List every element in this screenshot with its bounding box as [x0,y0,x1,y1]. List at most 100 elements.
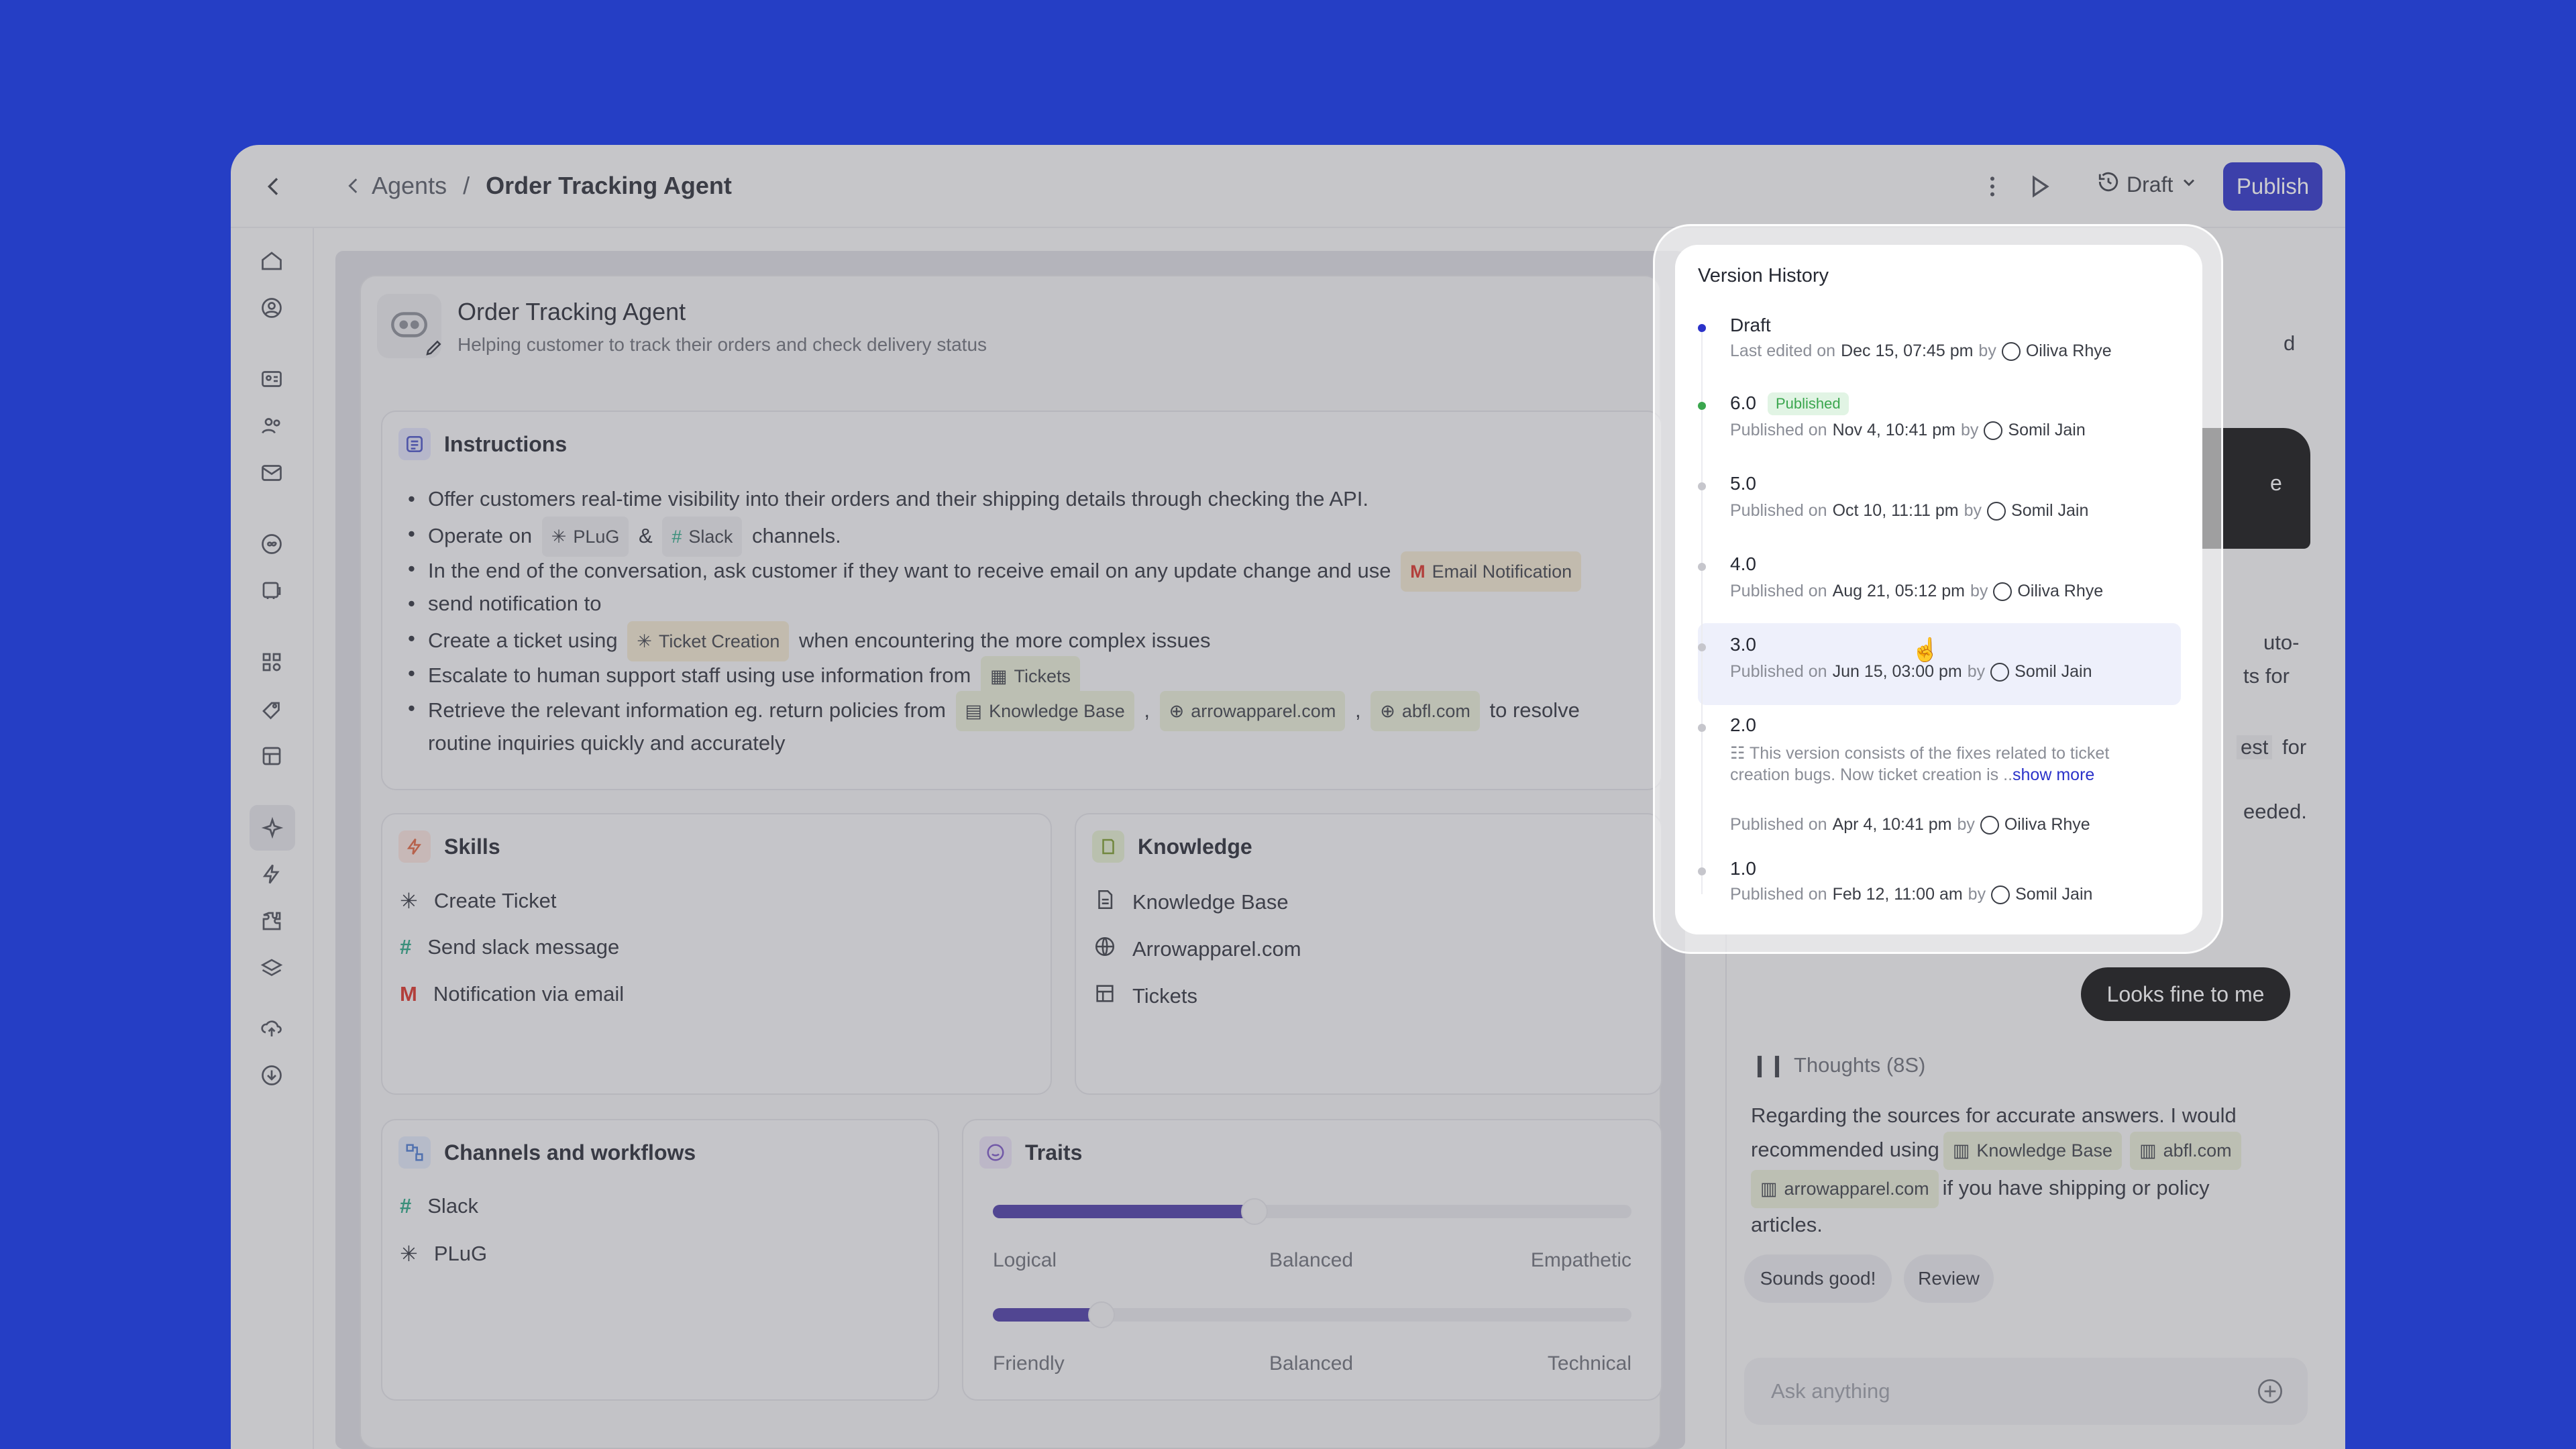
knowledge-base-chip[interactable]: ▥ Knowledge Base [1943,1132,2123,1170]
more-vertical-icon[interactable] [1979,173,2006,203]
instruction-line: Create a ticket using ✳Ticket Creation w… [408,621,1210,661]
apps-icon[interactable] [258,648,286,676]
skill-item[interactable]: M Notification via email [400,982,624,1006]
table-icon [1093,982,1116,1010]
chevron-down-icon [2180,172,2198,197]
infinity-icon[interactable] [258,530,286,558]
user-avatar-icon [1984,421,2003,440]
version-item[interactable]: 2.0 ☷ This version consists of the fixes… [1698,714,2181,835]
sparkle-agent-icon[interactable] [250,805,295,851]
traits-header: Traits [979,1136,1082,1169]
abfl-chip[interactable]: ▥ abfl.com [2130,1132,2241,1170]
users-icon[interactable] [258,412,286,440]
friendly-technical-slider[interactable] [993,1301,1631,1328]
lightning-icon[interactable] [258,860,286,888]
home-icon[interactable] [258,247,286,275]
version-item[interactable]: 6.0 Published Published on Nov 4, 10:41 p… [1698,392,2181,446]
top-bar: Agents / Order Tracking Agent Draft Publ… [231,145,2345,228]
download-circle-icon[interactable] [258,1061,286,1089]
instructions-header: Instructions [398,428,567,460]
chat-partial-text: eeded. [2243,800,2307,823]
lightning-icon [398,830,431,863]
globe-icon: ⊕ [1380,701,1395,721]
version-item[interactable]: 5.0 Published on Oct 10, 11:11 pm by Somil … [1698,473,2181,527]
document-icon [1093,888,1116,916]
skill-item[interactable]: # Send slack message [400,935,619,959]
back-icon[interactable] [260,173,287,200]
arrowapparel-chip[interactable]: ⊕ arrowapparel.com [1159,691,1346,731]
published-badge: Published [1768,392,1849,415]
version-item[interactable]: 3.0 Published on Jun 15, 03:00 pm by Somil … [1698,634,2181,688]
assistant-reply: Regarding the sources for accurate answe… [1751,1099,2301,1241]
logical-empathetic-slider[interactable] [993,1198,1631,1225]
channel-item[interactable]: # Slack [400,1194,478,1218]
user-circle-icon[interactable] [258,294,286,322]
version-item[interactable]: 1.0 Published on Feb 12, 11:00 am by Somil … [1698,858,2181,912]
slider-knob[interactable] [1087,1301,1115,1328]
channels-panel: Channels and workflows # Slack ✳ PLuG [381,1119,939,1401]
contact-card-icon[interactable] [258,365,286,393]
user-avatar-icon [1991,885,2010,904]
knowledge-item[interactable]: Arrowapparel.com [1093,935,1301,963]
draft-dropdown[interactable]: Draft [2097,170,2198,199]
tag-icon[interactable] [258,695,286,723]
tickets-chip[interactable]: ▦ Tickets [980,656,1080,696]
plug-icon: ✳ [400,1242,418,1266]
instructions-icon [398,428,431,460]
show-more-link[interactable]: show more [2012,765,2094,784]
slider-knob[interactable] [1241,1198,1269,1225]
chat-partial-text: ts for [2243,664,2290,688]
ticket-creation-chip[interactable]: ✳ Ticket Creation [627,621,790,661]
knowledge-base-chip[interactable]: ▤ Knowledge Base [955,691,1134,731]
slider-fill [993,1308,1102,1322]
cloud-upload-icon[interactable] [258,1014,286,1042]
chat-input-placeholder: Ask anything [1771,1379,1890,1403]
instruction-line: Offer customers real-time visibility int… [408,482,1368,517]
instruction-line: Retrieve the relevant information eg. re… [408,691,1580,731]
table-icon[interactable] [258,742,286,770]
breadcrumb-separator: / [463,172,470,199]
smile-icon [979,1136,1012,1169]
abfl-chip[interactable]: ⊕ abfl.com [1371,691,1480,731]
user-avatar-icon [1980,815,1999,835]
knowledge-item[interactable]: Knowledge Base [1093,888,1289,916]
breadcrumb-agents[interactable]: Agents [372,172,447,199]
version-history-card: Version History Draft Last edited on Dec … [1675,245,2202,934]
mail-check-icon[interactable] [258,459,286,487]
bus-icon[interactable] [258,577,286,605]
instructions-panel: Instructions Offer customers real-time v… [381,411,1662,790]
arrowapparel-chip[interactable]: ▥ arrowapparel.com [1751,1170,1939,1208]
puzzle-icon[interactable] [258,907,286,935]
chat-partial-text: est [2237,735,2273,759]
slack-chip[interactable]: # Slack [662,517,743,557]
knowledge-title: Knowledge [1138,834,1252,859]
user-avatar-icon [2001,341,2021,361]
agent-editor-inner: Order Tracking Agent Helping customer to… [360,275,1662,1449]
skill-item[interactable]: ✳ Create Ticket [400,888,556,914]
version-item[interactable]: Draft Last edited on Dec 15, 07:45 pm by Oi… [1698,315,2181,368]
layers-icon[interactable] [258,954,286,982]
skills-panel: Skills ✳ Create Ticket # Send slack messag… [381,813,1052,1095]
knowledge-item[interactable]: Tickets [1093,982,1197,1010]
publish-button[interactable]: Publish [2223,162,2322,211]
thoughts-label[interactable]: ❙❙ Thoughts (8S) [1751,1053,1925,1077]
edit-pencil-icon[interactable] [424,337,444,361]
chat-input[interactable]: Ask anything [1744,1358,2308,1425]
breadcrumb-back-icon[interactable] [342,174,365,201]
email-notification-chip[interactable]: M Email Notification [1401,551,1582,592]
document-icon: ▤ [965,701,983,721]
agent-avatar[interactable] [377,294,441,358]
channel-item[interactable]: ✳ PLuG [400,1241,487,1267]
version-item[interactable]: 4.0 Published on Aug 21, 05:12 pm by Oiliva… [1698,553,2181,607]
sounds-good-button[interactable]: Sounds good! [1744,1254,1892,1303]
plug-chip[interactable]: ✳ PLuG [541,517,629,557]
plus-icon[interactable] [2257,1378,2284,1408]
version-history-title: Version History [1698,265,1829,286]
play-icon[interactable] [2026,173,2053,203]
book-icon: ▥ [1952,1140,1970,1161]
user-avatar-icon [1990,662,2010,682]
version-history-popover: Version History Draft Last edited on Dec … [1653,224,2223,954]
draft-label: Draft [2127,172,2174,197]
traits-panel: Traits Logical Balanced Empathetic Frien… [962,1119,1662,1401]
review-button[interactable]: Review [1904,1254,1994,1303]
